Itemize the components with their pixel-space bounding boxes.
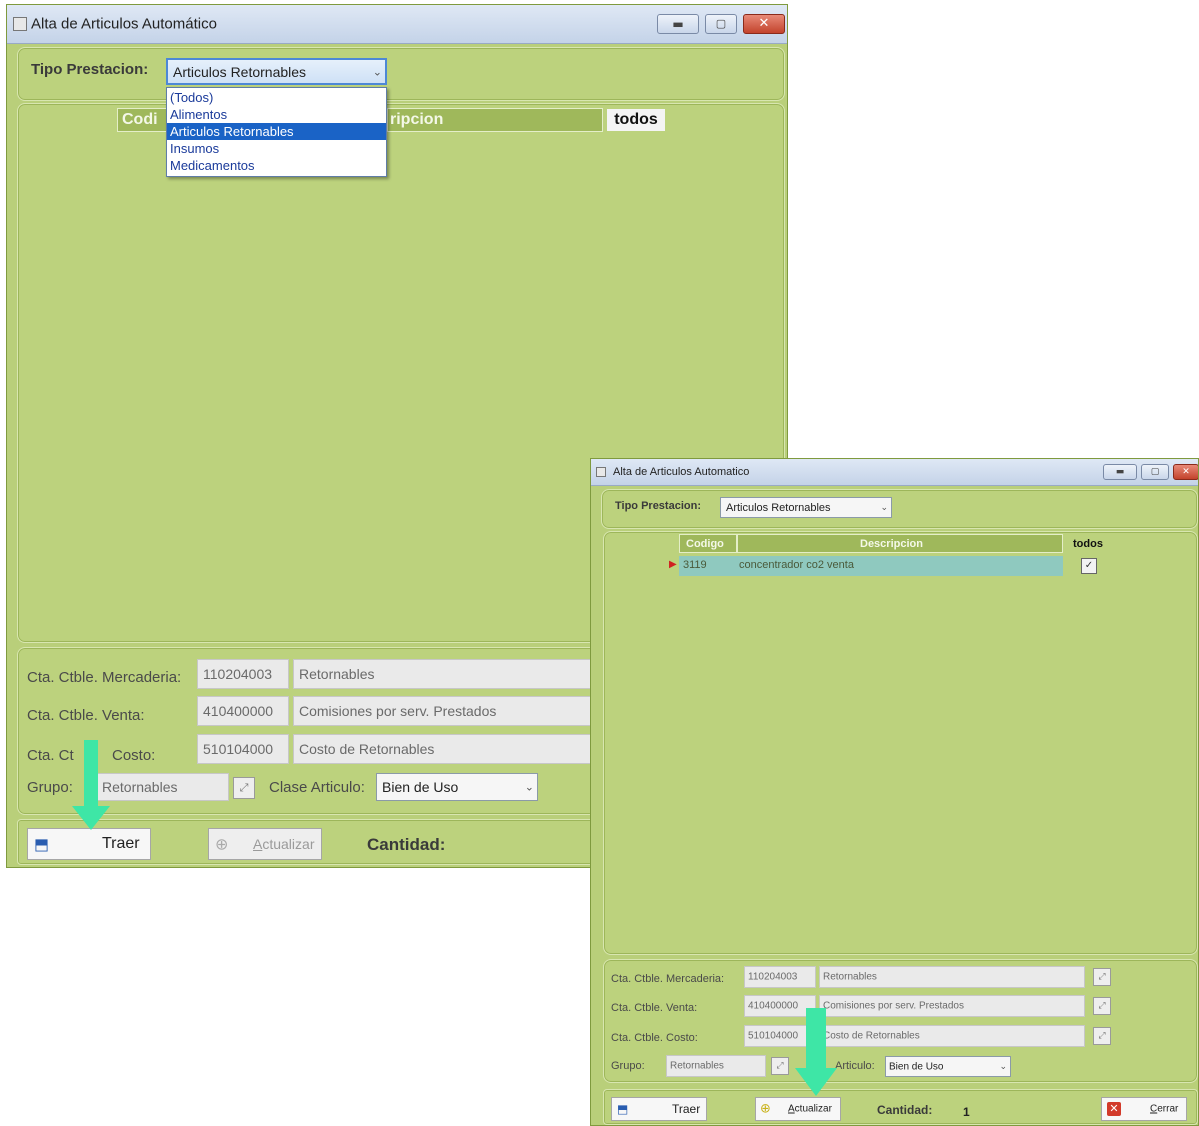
grupo-label: Grupo: [611, 1060, 645, 1072]
tipo-prestacion-select[interactable]: Articulos Retornables ⌄ [720, 497, 892, 518]
traer-icon: ⬒ [34, 834, 50, 854]
cantidad-value: 1 [963, 1105, 970, 1119]
mercaderia-code-field: 110204003 [197, 659, 289, 689]
costo-label-b: Costo: [112, 747, 156, 764]
row-codigo-cell: 3119 [683, 559, 707, 571]
app-window-icon [596, 467, 606, 477]
app-window-icon [13, 17, 27, 31]
row-descripcion-cell: concentrador co2 venta [739, 559, 854, 571]
cantidad-label: Cantidad: [367, 835, 446, 854]
dropdown-arrow-icon: ⌄ [524, 780, 534, 794]
lookup-icon[interactable]: ⤢ [1093, 997, 1111, 1015]
minimize-icon[interactable]: ▬ [657, 14, 699, 34]
annotation-arrow-traer [72, 740, 110, 832]
dropdown-arrow-icon: ⌄ [999, 1061, 1007, 1072]
dropdown-arrow-icon: ⌄ [880, 502, 888, 513]
actualizar-button[interactable]: ⊕ Actualizar [208, 828, 322, 860]
lookup-icon[interactable]: ⤢ [771, 1057, 789, 1075]
dropdown-option-alimentos[interactable]: Alimentos [167, 106, 386, 123]
grupo-label: Grupo: [27, 779, 73, 796]
clase-articulo-select[interactable]: Bien de Uso ⌄ [885, 1056, 1011, 1077]
dropdown-arrow-icon: ⌄ [372, 65, 382, 78]
venta-label: Cta. Ctble. Venta: [27, 707, 145, 724]
venta-label: Cta. Ctble. Venta: [611, 1002, 698, 1014]
mercaderia-label: Cta. Ctble. Mercaderia: [27, 669, 182, 686]
minimize-icon[interactable]: ▬ [1103, 464, 1137, 480]
cerrar-button[interactable]: ✕ Cerrar [1101, 1097, 1187, 1121]
grupo-field: Retornables [95, 773, 229, 801]
traer-button[interactable]: ⬒ Traer [611, 1097, 707, 1121]
mercaderia-code-field: 110204003 [744, 966, 816, 988]
grid-header-todos[interactable]: todos [1065, 535, 1111, 553]
costo-label-a: Cta. Ct [27, 747, 74, 764]
grupo-field: Retornables [666, 1055, 766, 1077]
row-pointer-icon: ▶ [669, 559, 677, 570]
clase-articulo-label: Clase Articulo: [269, 779, 365, 796]
grid-header-descripcion[interactable]: ripcion [387, 108, 603, 132]
second-titlebar: Alta de Articulos Automatico ▬ ▢ ✕ [591, 459, 1198, 486]
annotation-arrow-actualizar [795, 1008, 837, 1098]
select-all-icon[interactable]: ✓ [1081, 558, 1097, 574]
window-title: Alta de Articulos Automatico [613, 466, 750, 478]
table-row[interactable]: 3119 concentrador co2 venta [679, 556, 1063, 576]
close-icon[interactable]: ✕ [1173, 464, 1198, 480]
cerrar-icon: ✕ [1107, 1102, 1121, 1116]
actualizar-icon: ⊕ [215, 834, 229, 854]
dropdown-option-insumos[interactable]: Insumos [167, 140, 386, 157]
cantidad-label: Cantidad: [877, 1103, 933, 1117]
lookup-icon[interactable]: ⤢ [233, 777, 255, 799]
actualizar-button[interactable]: ⊕ Actualizar [755, 1097, 841, 1121]
mercaderia-label: Cta. Ctble. Mercaderia: [611, 973, 725, 985]
tipo-prestacion-label: Tipo Prestacion: [615, 500, 701, 512]
venta-code-field: 410400000 [197, 696, 289, 726]
lookup-icon[interactable]: ⤢ [1093, 1027, 1111, 1045]
close-icon[interactable]: ✕ [743, 14, 785, 34]
grid-header-descripcion[interactable]: Descripcion [737, 534, 1063, 553]
tipo-prestacion-label: Tipo Prestacion: [31, 61, 149, 78]
main-titlebar: Alta de Articulos Automático ▬ ▢ ✕ [7, 5, 787, 44]
dropdown-option-todos[interactable]: (Todos) [167, 89, 386, 106]
grid-header-todos[interactable]: todos [607, 109, 665, 131]
costo-code-field: 510104000 [197, 734, 289, 764]
dropdown-option-medicamentos[interactable]: Medicamentos [167, 157, 386, 174]
tipo-prestacion-select[interactable]: Articulos Retornables ⌄ [166, 58, 387, 85]
grid-header-codigo[interactable]: Codi [117, 108, 167, 132]
traer-icon: ⬒ [617, 1102, 629, 1116]
grid-header-codigo[interactable]: Codigo [679, 534, 737, 553]
costo-label: Cta. Ctble. Costo: [611, 1032, 698, 1044]
venta-desc-field: Comisiones por serv. Prestados [819, 995, 1085, 1017]
clase-articulo-label: Articulo: [835, 1060, 875, 1072]
dropdown-option-articulos-retornables[interactable]: Articulos Retornables [167, 123, 386, 140]
tipo-prestacion-dropdown: (Todos) Alimentos Articulos Retornables … [166, 87, 387, 177]
window-title: Alta de Articulos Automático [31, 15, 217, 33]
actualizar-icon: ⊕ [760, 1101, 771, 1117]
clase-articulo-select[interactable]: Bien de Uso ⌄ [376, 773, 538, 801]
traer-button[interactable]: ⬒ Traer [27, 828, 151, 860]
second-window: Alta de Articulos Automatico ▬ ▢ ✕ Tipo … [590, 458, 1199, 1126]
mercaderia-desc-field: Retornables [819, 966, 1085, 988]
grid-panel [603, 531, 1198, 955]
lookup-icon[interactable]: ⤢ [1093, 968, 1111, 986]
maximize-icon[interactable]: ▢ [1141, 464, 1169, 480]
maximize-icon[interactable]: ▢ [705, 14, 737, 34]
costo-desc-field: Costo de Retornables [819, 1025, 1085, 1047]
